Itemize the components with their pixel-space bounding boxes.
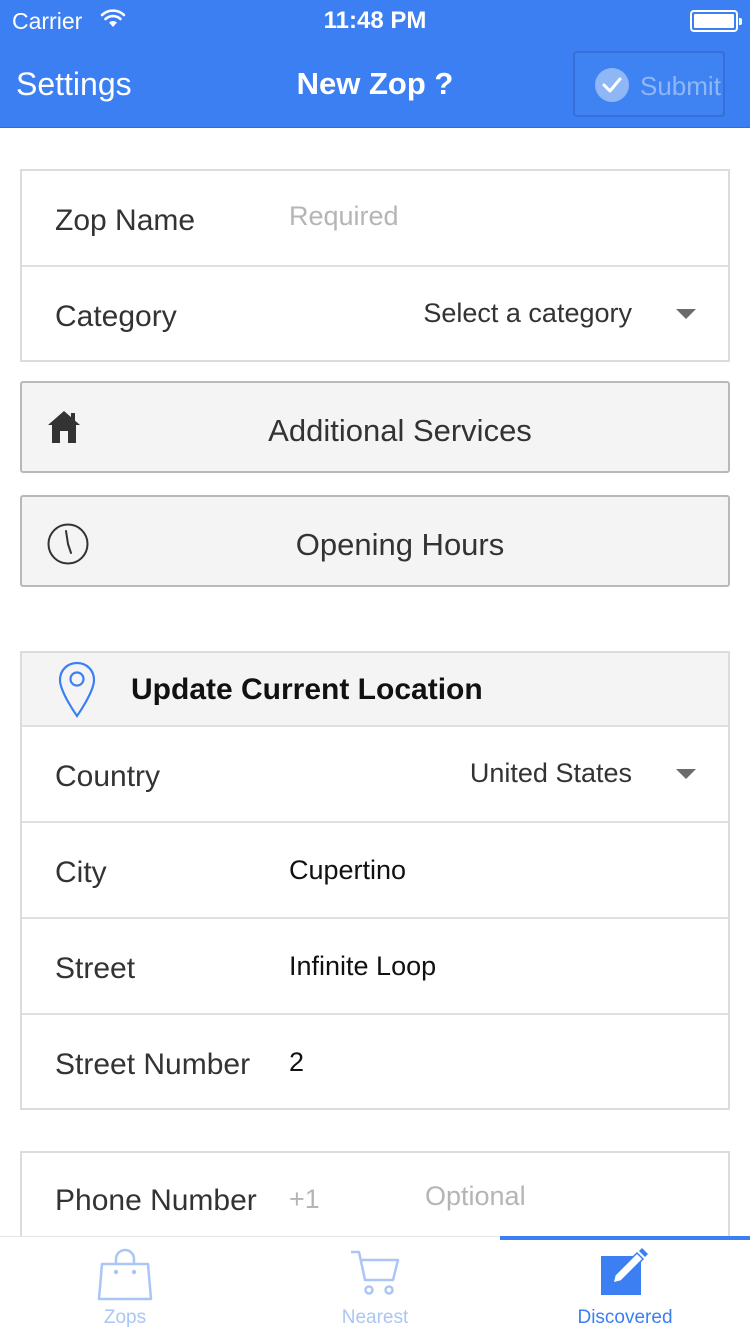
zop-name-row[interactable]: Zop Name Required [22, 171, 728, 267]
opening-hours-label: Opening Hours [295, 527, 505, 562]
category-row[interactable]: Category Select a category [22, 265, 728, 361]
submit-button[interactable]: Submit [573, 51, 725, 117]
street-input[interactable]: Infinite Loop [289, 951, 436, 982]
opening-hours-button[interactable]: Opening Hours [20, 495, 730, 587]
tab-discovered[interactable]: Discovered [500, 1236, 750, 1334]
submit-label: Submit [640, 71, 721, 101]
tab-zops-label: Zops [103, 1307, 147, 1328]
chevron-down-icon [676, 309, 696, 319]
zop-name-label: Zop Name [55, 204, 196, 237]
update-location-label: Update Current Location [131, 673, 483, 706]
clock: 11:48 PM [323, 7, 427, 34]
navigation-bar: Carrier 11:48 PM Settings New Zop ? Subm… [0, 0, 750, 128]
country-label: Country [55, 760, 161, 793]
additional-services-button[interactable]: Additional Services [20, 381, 730, 473]
location-card: Update Current Location Country United S… [20, 651, 730, 1110]
additional-services-label: Additional Services [268, 413, 532, 448]
tab-discovered-label: Discovered [577, 1307, 673, 1328]
tab-bar: Zops Nearest Discovered [0, 1236, 750, 1334]
zop-details-card: Zop Name Required Category Select a cate… [20, 169, 730, 362]
battery-icon [690, 10, 742, 32]
city-row[interactable]: City Cupertino [22, 821, 728, 917]
country-row[interactable]: Country United States [22, 725, 728, 821]
phone-number-row[interactable]: Phone Number +1 Optional [22, 1153, 728, 1249]
street-row[interactable]: Street Infinite Loop [22, 917, 728, 1013]
tab-nearest-label: Nearest [341, 1307, 409, 1328]
checkmark-icon [595, 68, 629, 102]
phone-number-input[interactable]: Optional [425, 1181, 526, 1212]
street-number-input[interactable]: 2 [289, 1047, 304, 1078]
chevron-down-icon [676, 769, 696, 779]
phone-country-code: +1 [289, 1184, 320, 1214]
country-select[interactable]: United States [470, 758, 632, 789]
category-label: Category [55, 300, 177, 333]
city-label: City [55, 856, 107, 889]
street-number-row[interactable]: Street Number 2 [22, 1013, 728, 1109]
category-select[interactable]: Select a category [423, 298, 632, 329]
status-bar: Carrier 11:48 PM [0, 0, 750, 40]
cart-icon [250, 1248, 500, 1296]
phone-number-label: Phone Number [55, 1184, 257, 1217]
update-location-button[interactable]: Update Current Location [22, 653, 728, 727]
shopping-bag-icon [0, 1246, 250, 1302]
street-label: Street [55, 952, 136, 985]
tab-zops[interactable]: Zops [0, 1236, 250, 1334]
street-number-label: Street Number [55, 1048, 251, 1081]
tab-nearest[interactable]: Nearest [250, 1236, 500, 1334]
city-input[interactable]: Cupertino [289, 855, 406, 886]
zop-name-input[interactable]: Required [289, 201, 399, 232]
edit-icon [500, 1248, 750, 1296]
active-tab-indicator [500, 1236, 750, 1240]
map-pin-icon [58, 661, 96, 724]
